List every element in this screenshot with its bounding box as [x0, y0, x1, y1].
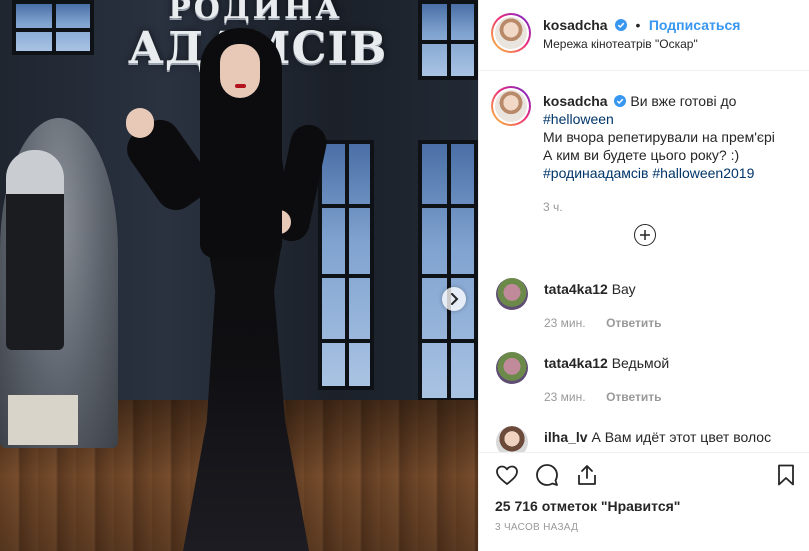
post-timestamp[interactable]: 3 ЧАСОВ НАЗАД — [495, 522, 578, 533]
comment-body: tata4ka12 Вау — [544, 280, 636, 298]
photo-window-mid — [318, 140, 374, 390]
comment-body: tata4ka12 Ведьмой — [544, 354, 669, 372]
commenter-avatar[interactable] — [496, 278, 528, 310]
likes-count[interactable]: 25 716 отметок "Нравится" — [495, 498, 680, 514]
commenter-username[interactable]: tata4ka12 — [544, 355, 608, 371]
reply-button[interactable]: Ответить — [606, 390, 661, 404]
comments-list[interactable]: kosadcha Ви вже готові до #helloween Ми … — [479, 72, 809, 452]
verified-badge-icon — [615, 19, 628, 31]
photo-standee-base — [8, 395, 78, 445]
photo-woman-face — [220, 44, 260, 98]
comment-text: А Вам идёт этот цвет волос — [591, 429, 772, 445]
load-more-comments-button[interactable] — [634, 224, 656, 246]
post-photo[interactable]: РОДИНА АДАМСІВ — [0, 0, 478, 551]
comment-meta: 23 мин. Ответить — [544, 314, 662, 332]
comment-time[interactable]: 23 мин. — [544, 390, 586, 404]
header-separator: • — [635, 17, 641, 33]
comment-text: Вау — [611, 281, 636, 297]
photo-woman-lips — [235, 84, 246, 88]
caption-time[interactable]: 3 ч. — [543, 200, 563, 214]
plus-circle-icon — [640, 230, 650, 240]
hashtag-helloween[interactable]: #helloween — [543, 111, 614, 127]
bookmark-icon[interactable] — [774, 463, 798, 487]
header-title-row: kosadcha • Подписаться — [543, 17, 740, 35]
hashtag-rodynaadamsiv[interactable]: #родинаадамсів — [543, 165, 648, 181]
caption-line1: Ви вже готові до — [630, 93, 737, 109]
commenter-avatar[interactable] — [496, 352, 528, 384]
photo-woman-hand-left — [126, 108, 154, 138]
commenter-username[interactable]: tata4ka12 — [544, 281, 608, 297]
next-photo-button[interactable] — [442, 287, 466, 311]
photo-window-right-top — [418, 0, 478, 80]
hashtag-halloween2019[interactable]: #halloween2019 — [652, 165, 754, 181]
caption-line3: А ким ви будете цього року? :) — [543, 147, 740, 163]
commenter-username[interactable]: ilha_lv — [544, 429, 588, 445]
author-username[interactable]: kosadcha — [543, 17, 608, 33]
post-location[interactable]: Мережа кінотеатрів "Оскар" — [543, 37, 698, 51]
comment-text: Ведьмой — [611, 355, 670, 371]
photo-window-left — [12, 0, 94, 55]
post-actions: 25 716 отметок "Нравится" 3 ЧАСОВ НАЗАД — [479, 452, 809, 551]
author-avatar[interactable] — [491, 13, 531, 53]
caption-username[interactable]: kosadcha — [543, 93, 608, 109]
photo-window-far-right — [418, 140, 478, 402]
caption-avatar[interactable] — [491, 86, 531, 126]
commenter-avatar[interactable] — [496, 426, 528, 452]
follow-button[interactable]: Подписаться — [649, 17, 741, 33]
heart-icon[interactable] — [495, 463, 519, 487]
comment-body: ilha_lv А Вам идёт этот цвет волос — [544, 428, 771, 446]
post-details-panel: kosadcha • Подписаться Мережа кінотеатрі… — [478, 0, 809, 551]
comment-icon[interactable] — [535, 463, 559, 487]
chevron-right-icon — [451, 293, 459, 305]
reply-button[interactable]: Ответить — [606, 316, 661, 330]
photo-cartoon-figure — [6, 150, 64, 350]
caption-text: kosadcha Ви вже готові до #helloween Ми … — [543, 92, 803, 182]
verified-badge-icon — [614, 95, 627, 107]
post-header: kosadcha • Подписаться Мережа кінотеатрі… — [479, 0, 809, 71]
share-icon[interactable] — [575, 463, 599, 487]
comment-meta: 23 мин. Ответить — [544, 388, 662, 406]
comment-time[interactable]: 23 мин. — [544, 316, 586, 330]
caption-line2: Ми вчора репетирували на прем'єрі — [543, 129, 775, 145]
